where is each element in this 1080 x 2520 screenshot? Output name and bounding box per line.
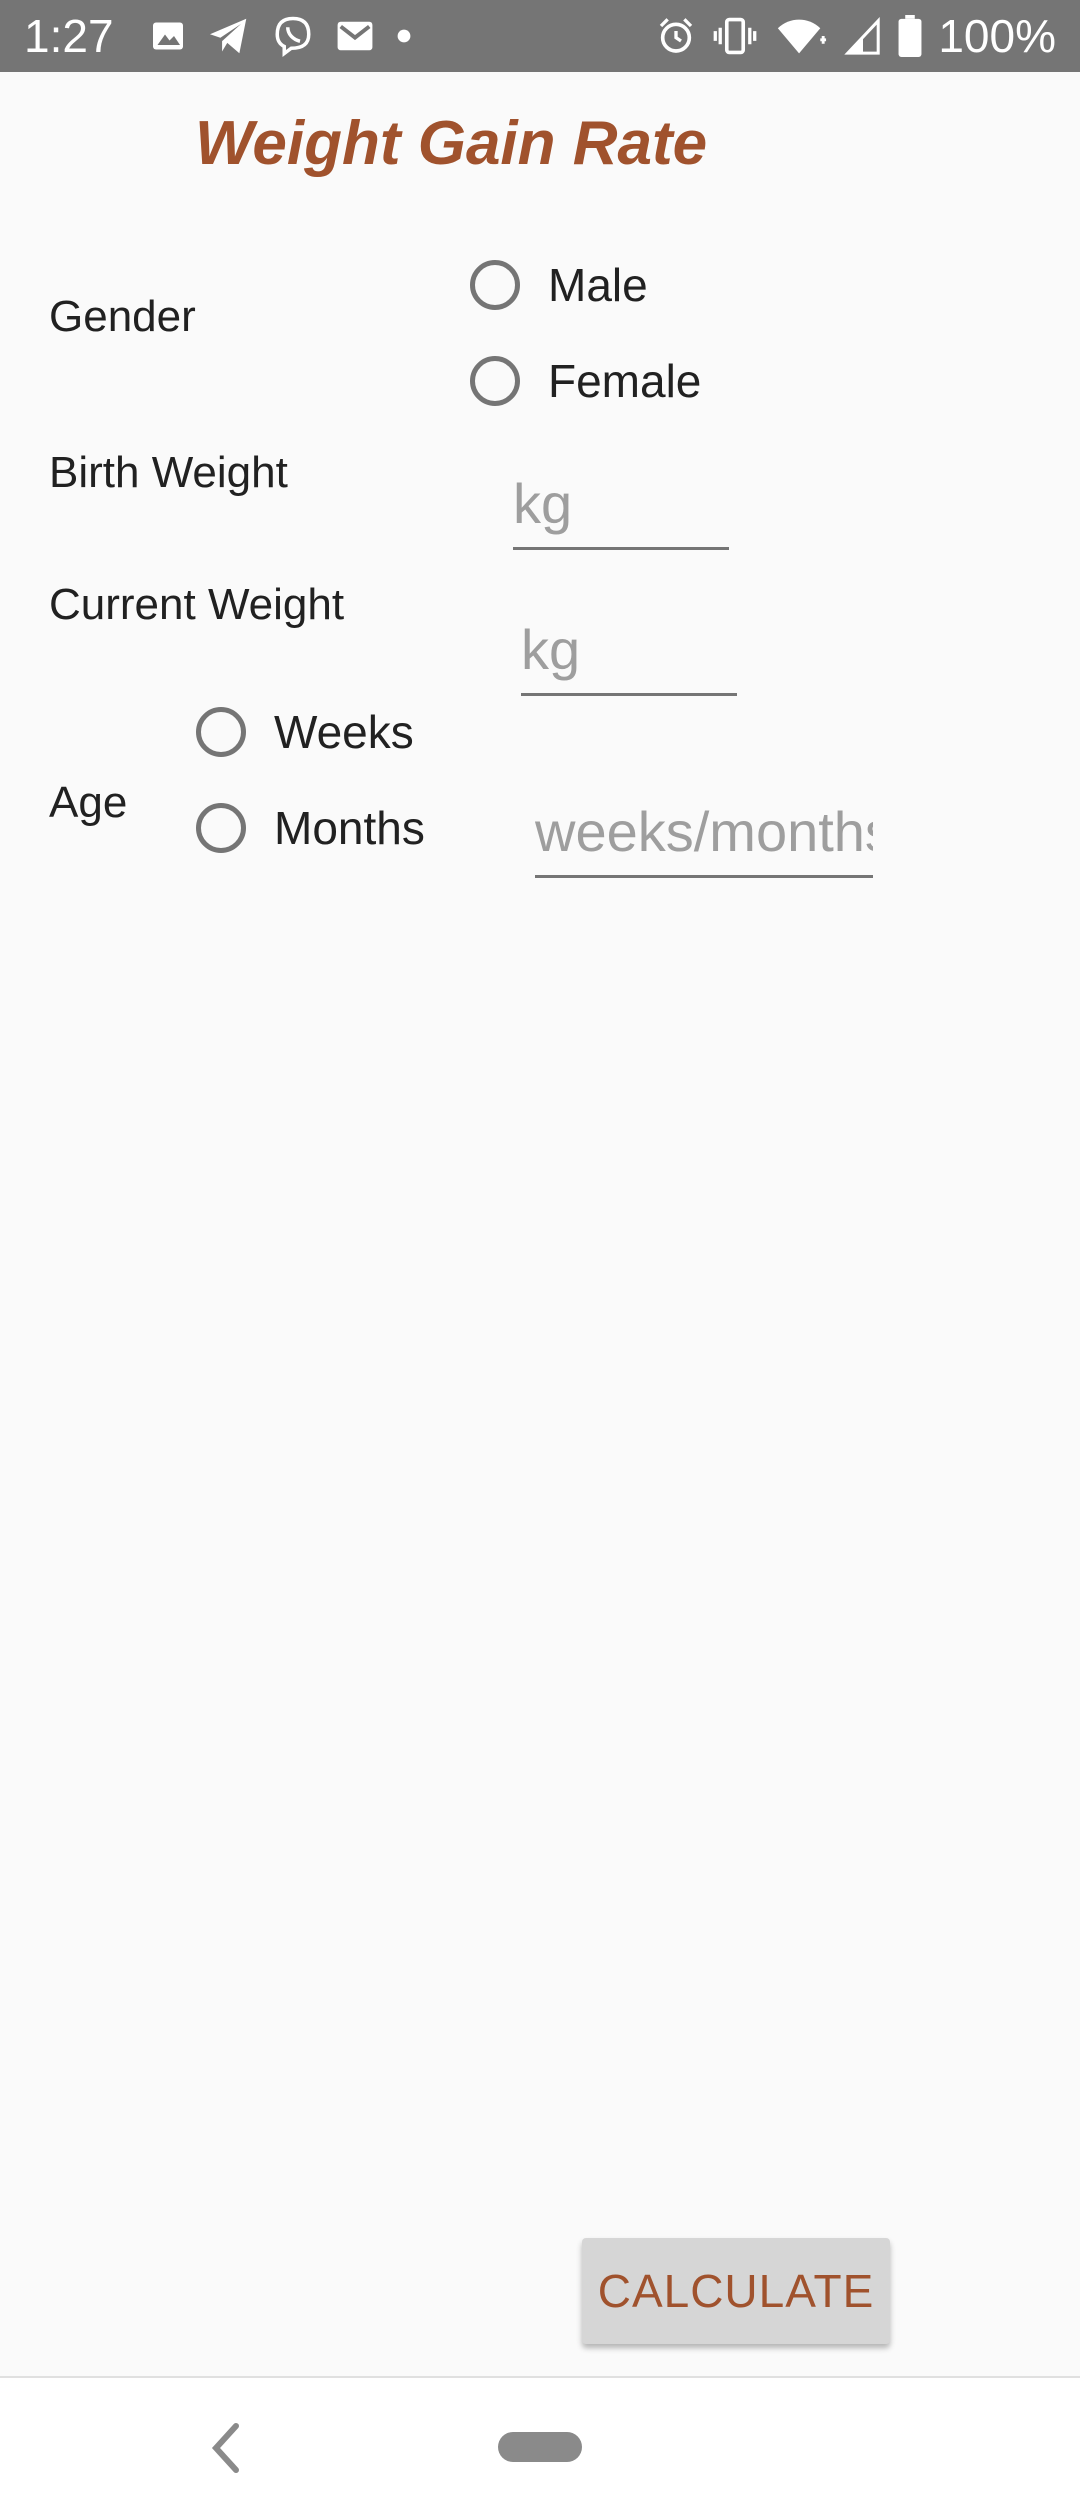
- gender-male-label: Male: [548, 259, 648, 311]
- age-label: Age: [49, 778, 128, 827]
- birth-weight-input[interactable]: [513, 466, 729, 550]
- current-weight-label: Current Weight: [49, 580, 345, 629]
- navigation-bar: [0, 2376, 1080, 2520]
- vibrate-icon: [712, 16, 758, 56]
- age-months-label: Months: [274, 802, 425, 854]
- dot-icon: [396, 28, 412, 44]
- gmail-icon: [336, 20, 374, 52]
- current-weight-input[interactable]: [521, 612, 737, 696]
- home-pill-icon[interactable]: [498, 2432, 582, 2462]
- status-time: 1:27: [24, 10, 114, 62]
- signal-icon: [844, 17, 882, 55]
- gender-label: Gender: [49, 292, 196, 341]
- radio-unchecked-icon: [196, 707, 246, 757]
- radio-unchecked-icon: [470, 356, 520, 406]
- page-title: Weight Gain Rate: [195, 109, 708, 178]
- telegram-icon: [208, 17, 250, 55]
- battery-percent: 100%: [938, 10, 1056, 62]
- radio-unchecked-icon: [196, 803, 246, 853]
- alarm-icon: [656, 16, 696, 56]
- back-icon[interactable]: [200, 2418, 252, 2478]
- battery-icon: [898, 15, 922, 57]
- image-icon: [150, 18, 186, 54]
- gender-male-radio[interactable]: Male: [470, 253, 648, 317]
- calculate-button[interactable]: CALCULATE: [582, 2238, 890, 2344]
- age-months-radio[interactable]: Months: [196, 796, 425, 860]
- app-screen: 1:27 100% Weight Gain Rate Gender Male F…: [0, 0, 1080, 2520]
- status-bar: 1:27 100%: [0, 0, 1080, 72]
- system-icons: 100%: [656, 8, 1056, 64]
- birth-weight-label: Birth Weight: [49, 448, 288, 497]
- radio-unchecked-icon: [470, 260, 520, 310]
- notification-icons: [150, 12, 412, 60]
- wifi-icon: [774, 16, 828, 56]
- gender-female-radio[interactable]: Female: [470, 349, 701, 413]
- age-input[interactable]: [535, 794, 873, 878]
- age-weeks-radio[interactable]: Weeks: [196, 700, 414, 764]
- age-weeks-label: Weeks: [274, 706, 414, 758]
- viber-icon: [272, 15, 314, 57]
- gender-female-label: Female: [548, 355, 702, 407]
